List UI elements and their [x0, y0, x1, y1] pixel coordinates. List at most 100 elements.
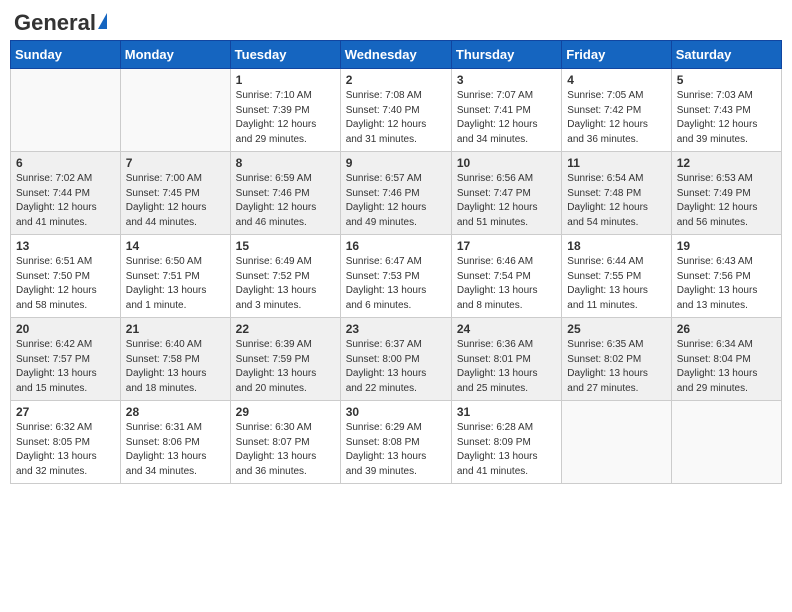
- day-info: Sunrise: 6:47 AM Sunset: 7:53 PM Dayligh…: [346, 255, 446, 313]
- day-info: Sunrise: 7:08 AM Sunset: 7:40 PM Dayligh…: [346, 89, 446, 147]
- calendar-cell: 9 Sunrise: 6:57 AM Sunset: 7:46 PM Daylig…: [340, 152, 451, 235]
- day-info: Sunrise: 6:50 AM Sunset: 7:51 PM Dayligh…: [126, 255, 225, 313]
- day-number: 2: [346, 73, 446, 87]
- col-header-thursday: Thursday: [451, 41, 561, 69]
- day-info: Sunrise: 6:44 AM Sunset: 7:55 PM Dayligh…: [567, 255, 665, 313]
- calendar-header-row: SundayMondayTuesdayWednesdayThursdayFrid…: [11, 41, 782, 69]
- day-info: Sunrise: 6:36 AM Sunset: 8:01 PM Dayligh…: [457, 338, 556, 396]
- logo-general: General: [14, 10, 96, 36]
- day-number: 25: [567, 322, 665, 336]
- calendar-cell: 16 Sunrise: 6:47 AM Sunset: 7:53 PM Dayli…: [340, 235, 451, 318]
- day-info: Sunrise: 6:29 AM Sunset: 8:08 PM Dayligh…: [346, 421, 446, 479]
- calendar-cell: 29Sunrise: 6:30 AM Sunset: 8:07 PM Dayli…: [230, 401, 340, 484]
- col-header-wednesday: Wednesday: [340, 41, 451, 69]
- day-info: Sunrise: 6:54 AM Sunset: 7:48 PM Dayligh…: [567, 172, 665, 230]
- calendar-cell: 12 Sunrise: 6:53 AM Sunset: 7:49 PM Dayli…: [671, 152, 781, 235]
- calendar-cell: 15 Sunrise: 6:49 AM Sunset: 7:52 PM Dayli…: [230, 235, 340, 318]
- day-number: 16: [346, 239, 446, 253]
- day-number: 14: [126, 239, 225, 253]
- calendar-week-row: 20 Sunrise: 6:42 AM Sunset: 7:57 PM Dayli…: [11, 318, 782, 401]
- col-header-friday: Friday: [562, 41, 671, 69]
- day-info: Sunrise: 6:49 AM Sunset: 7:52 PM Dayligh…: [236, 255, 335, 313]
- day-info: Sunrise: 6:57 AM Sunset: 7:46 PM Dayligh…: [346, 172, 446, 230]
- calendar-cell: 26 Sunrise: 6:34 AM Sunset: 8:04 PM Dayli…: [671, 318, 781, 401]
- day-number: 8: [236, 156, 335, 170]
- day-info: Sunrise: 6:30 AM Sunset: 8:07 PM Dayligh…: [236, 421, 335, 479]
- col-header-sunday: Sunday: [11, 41, 121, 69]
- calendar-cell: 13 Sunrise: 6:51 AM Sunset: 7:50 PM Dayli…: [11, 235, 121, 318]
- day-number: 22: [236, 322, 335, 336]
- calendar-week-row: 6Sunrise: 7:02 AM Sunset: 7:44 PM Daylig…: [11, 152, 782, 235]
- day-number: 23: [346, 322, 446, 336]
- page-header: General: [10, 10, 782, 32]
- day-info: Sunrise: 7:05 AM Sunset: 7:42 PM Dayligh…: [567, 89, 665, 147]
- day-number: 3: [457, 73, 556, 87]
- day-info: Sunrise: 6:53 AM Sunset: 7:49 PM Dayligh…: [677, 172, 776, 230]
- day-info: Sunrise: 6:34 AM Sunset: 8:04 PM Dayligh…: [677, 338, 776, 396]
- calendar-cell: 4 Sunrise: 7:05 AM Sunset: 7:42 PM Daylig…: [562, 69, 671, 152]
- day-info: Sunrise: 6:32 AM Sunset: 8:05 PM Dayligh…: [16, 421, 115, 479]
- calendar-cell: 31 Sunrise: 6:28 AM Sunset: 8:09 PM Dayli…: [451, 401, 561, 484]
- day-number: 13: [16, 239, 115, 253]
- day-info: Sunrise: 6:31 AM Sunset: 8:06 PM Dayligh…: [126, 421, 225, 479]
- day-number: 24: [457, 322, 556, 336]
- day-number: 31: [457, 405, 556, 419]
- calendar-cell: 21 Sunrise: 6:40 AM Sunset: 7:58 PM Dayli…: [120, 318, 230, 401]
- day-info: Sunrise: 7:07 AM Sunset: 7:41 PM Dayligh…: [457, 89, 556, 147]
- calendar-cell: [671, 401, 781, 484]
- calendar-cell: 28 Sunrise: 6:31 AM Sunset: 8:06 PM Dayli…: [120, 401, 230, 484]
- calendar-cell: 6Sunrise: 7:02 AM Sunset: 7:44 PM Daylig…: [11, 152, 121, 235]
- day-info: Sunrise: 6:42 AM Sunset: 7:57 PM Dayligh…: [16, 338, 115, 396]
- day-info: Sunrise: 6:28 AM Sunset: 8:09 PM Dayligh…: [457, 421, 556, 479]
- calendar-table: SundayMondayTuesdayWednesdayThursdayFrid…: [10, 40, 782, 484]
- day-info: Sunrise: 6:43 AM Sunset: 7:56 PM Dayligh…: [677, 255, 776, 313]
- day-info: Sunrise: 7:10 AM Sunset: 7:39 PM Dayligh…: [236, 89, 335, 147]
- day-info: Sunrise: 6:46 AM Sunset: 7:54 PM Dayligh…: [457, 255, 556, 313]
- day-number: 26: [677, 322, 776, 336]
- day-number: 20: [16, 322, 115, 336]
- day-info: Sunrise: 7:03 AM Sunset: 7:43 PM Dayligh…: [677, 89, 776, 147]
- day-number: 21: [126, 322, 225, 336]
- calendar-week-row: 1 Sunrise: 7:10 AM Sunset: 7:39 PM Daylig…: [11, 69, 782, 152]
- day-number: 7: [126, 156, 225, 170]
- calendar-cell: 30 Sunrise: 6:29 AM Sunset: 8:08 PM Dayli…: [340, 401, 451, 484]
- day-number: 11: [567, 156, 665, 170]
- day-info: Sunrise: 6:51 AM Sunset: 7:50 PM Dayligh…: [16, 255, 115, 313]
- calendar-cell: 11 Sunrise: 6:54 AM Sunset: 7:48 PM Dayli…: [562, 152, 671, 235]
- day-number: 30: [346, 405, 446, 419]
- calendar-cell: 18Sunrise: 6:44 AM Sunset: 7:55 PM Dayli…: [562, 235, 671, 318]
- day-info: Sunrise: 6:56 AM Sunset: 7:47 PM Dayligh…: [457, 172, 556, 230]
- calendar-cell: 1 Sunrise: 7:10 AM Sunset: 7:39 PM Daylig…: [230, 69, 340, 152]
- calendar-cell: [11, 69, 121, 152]
- day-number: 4: [567, 73, 665, 87]
- calendar-week-row: 13 Sunrise: 6:51 AM Sunset: 7:50 PM Dayli…: [11, 235, 782, 318]
- calendar-cell: [120, 69, 230, 152]
- day-number: 9: [346, 156, 446, 170]
- calendar-cell: 19 Sunrise: 6:43 AM Sunset: 7:56 PM Dayli…: [671, 235, 781, 318]
- calendar-cell: 22Sunrise: 6:39 AM Sunset: 7:59 PM Dayli…: [230, 318, 340, 401]
- day-number: 12: [677, 156, 776, 170]
- calendar-cell: 17Sunrise: 6:46 AM Sunset: 7:54 PM Dayli…: [451, 235, 561, 318]
- calendar-cell: [562, 401, 671, 484]
- day-number: 28: [126, 405, 225, 419]
- day-info: Sunrise: 6:40 AM Sunset: 7:58 PM Dayligh…: [126, 338, 225, 396]
- col-header-monday: Monday: [120, 41, 230, 69]
- col-header-tuesday: Tuesday: [230, 41, 340, 69]
- day-number: 19: [677, 239, 776, 253]
- calendar-cell: 7Sunrise: 7:00 AM Sunset: 7:45 PM Daylig…: [120, 152, 230, 235]
- day-number: 15: [236, 239, 335, 253]
- logo-triangle-icon: [98, 13, 107, 29]
- day-info: Sunrise: 6:59 AM Sunset: 7:46 PM Dayligh…: [236, 172, 335, 230]
- col-header-saturday: Saturday: [671, 41, 781, 69]
- day-number: 27: [16, 405, 115, 419]
- calendar-cell: 25 Sunrise: 6:35 AM Sunset: 8:02 PM Dayli…: [562, 318, 671, 401]
- calendar-cell: 5 Sunrise: 7:03 AM Sunset: 7:43 PM Daylig…: [671, 69, 781, 152]
- calendar-cell: 27 Sunrise: 6:32 AM Sunset: 8:05 PM Dayli…: [11, 401, 121, 484]
- day-info: Sunrise: 6:35 AM Sunset: 8:02 PM Dayligh…: [567, 338, 665, 396]
- day-number: 1: [236, 73, 335, 87]
- day-number: 10: [457, 156, 556, 170]
- calendar-cell: 20 Sunrise: 6:42 AM Sunset: 7:57 PM Dayli…: [11, 318, 121, 401]
- day-info: Sunrise: 6:37 AM Sunset: 8:00 PM Dayligh…: [346, 338, 446, 396]
- day-number: 5: [677, 73, 776, 87]
- calendar-cell: 23 Sunrise: 6:37 AM Sunset: 8:00 PM Dayli…: [340, 318, 451, 401]
